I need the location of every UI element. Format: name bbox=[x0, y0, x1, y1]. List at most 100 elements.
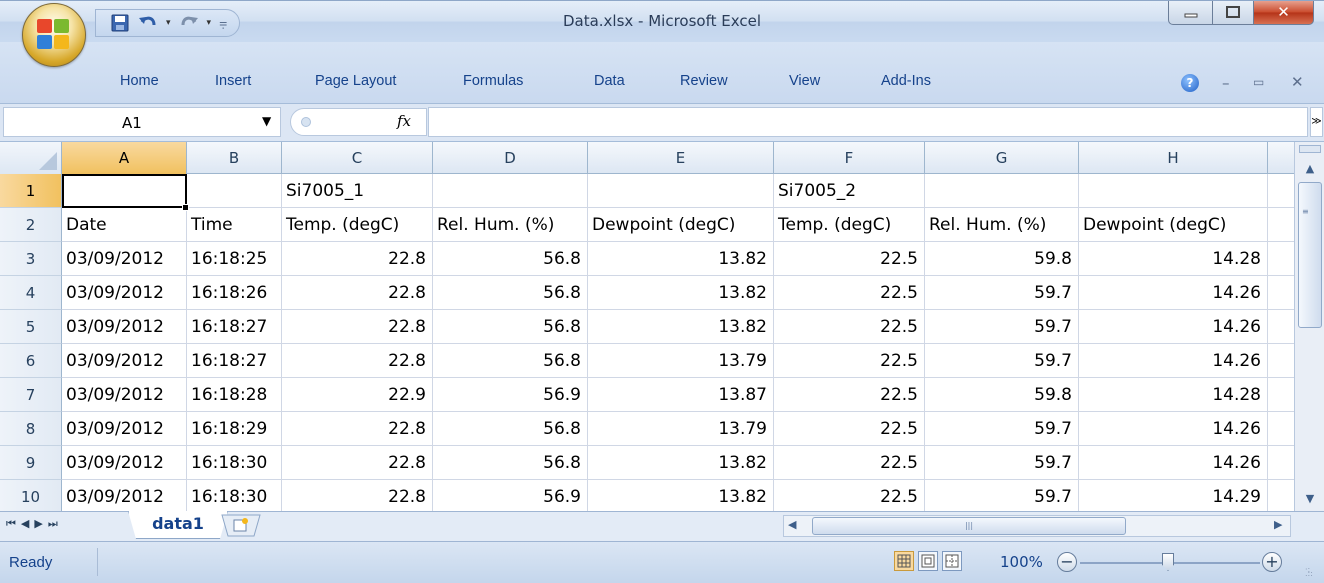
cell-h10[interactable]: 14.29 bbox=[1079, 480, 1268, 511]
cell-h2[interactable]: Dewpoint (degC) bbox=[1079, 208, 1268, 242]
tab-data[interactable]: Data bbox=[594, 73, 625, 89]
cell-c8[interactable]: 22.8 bbox=[282, 412, 433, 446]
cell-d4[interactable]: 56.8 bbox=[433, 276, 588, 310]
cell-f2[interactable]: Temp. (degC) bbox=[774, 208, 925, 242]
cell-e8[interactable]: 13.79 bbox=[588, 412, 774, 446]
cell-d3[interactable]: 56.8 bbox=[433, 242, 588, 276]
cell-f3[interactable]: 22.5 bbox=[774, 242, 925, 276]
tab-home[interactable]: Home bbox=[120, 73, 159, 89]
office-button[interactable] bbox=[22, 3, 86, 67]
cell-c6[interactable]: 22.8 bbox=[282, 344, 433, 378]
fill-handle[interactable] bbox=[182, 204, 189, 211]
column-header-g[interactable]: G bbox=[925, 142, 1079, 174]
tab-formulas[interactable]: Formulas bbox=[463, 73, 523, 89]
column-header-a[interactable]: A bbox=[62, 142, 187, 174]
cell-a1[interactable] bbox=[62, 174, 187, 208]
cell-b2[interactable]: Time bbox=[187, 208, 282, 242]
cell-g6[interactable]: 59.7 bbox=[925, 344, 1079, 378]
cell-b1[interactable] bbox=[187, 174, 282, 208]
cell-i5[interactable] bbox=[1268, 310, 1294, 344]
restore-icon[interactable]: ▭ bbox=[1253, 75, 1264, 89]
cell-i9[interactable] bbox=[1268, 446, 1294, 480]
minimize-button[interactable] bbox=[1168, 1, 1213, 25]
first-sheet-icon[interactable]: ⏮ bbox=[6, 517, 21, 530]
tab-view[interactable]: View bbox=[789, 73, 820, 89]
cell-h9[interactable]: 14.26 bbox=[1079, 446, 1268, 480]
column-header-e[interactable]: E bbox=[588, 142, 774, 174]
vertical-scroll-thumb[interactable] bbox=[1298, 182, 1322, 328]
cell-i10[interactable] bbox=[1268, 480, 1294, 511]
insert-worksheet-icon[interactable] bbox=[220, 514, 268, 538]
cell-h8[interactable]: 14.26 bbox=[1079, 412, 1268, 446]
cell-g10[interactable]: 59.7 bbox=[925, 480, 1079, 511]
cell-a8[interactable]: 03/09/2012 bbox=[62, 412, 187, 446]
scroll-up-icon[interactable]: ▲ bbox=[1295, 162, 1324, 175]
next-sheet-icon[interactable]: ▶ bbox=[34, 517, 47, 530]
column-header-d[interactable]: D bbox=[433, 142, 588, 174]
cell-f1[interactable]: Si7005_2 bbox=[774, 174, 925, 208]
cell-g1[interactable] bbox=[925, 174, 1079, 208]
cell-b8[interactable]: 16:18:29 bbox=[187, 412, 282, 446]
cell-c4[interactable]: 22.8 bbox=[282, 276, 433, 310]
cell-c10[interactable]: 22.8 bbox=[282, 480, 433, 511]
row-header-10[interactable]: 10 bbox=[0, 480, 62, 511]
split-box[interactable] bbox=[1299, 145, 1321, 153]
page-layout-view-button[interactable] bbox=[918, 551, 938, 571]
cell-g4[interactable]: 59.7 bbox=[925, 276, 1079, 310]
minimize-ribbon-icon[interactable]: – bbox=[1222, 74, 1230, 92]
cell-b6[interactable]: 16:18:27 bbox=[187, 344, 282, 378]
cell-f4[interactable]: 22.5 bbox=[774, 276, 925, 310]
cell-e6[interactable]: 13.79 bbox=[588, 344, 774, 378]
horizontal-scroll-thumb[interactable]: ||| bbox=[812, 517, 1126, 535]
select-all-button[interactable] bbox=[0, 142, 62, 174]
row-header-9[interactable]: 9 bbox=[0, 446, 62, 480]
cell-a7[interactable]: 03/09/2012 bbox=[62, 378, 187, 412]
cell-g3[interactable]: 59.8 bbox=[925, 242, 1079, 276]
row-header-6[interactable]: 6 bbox=[0, 344, 62, 378]
cell-h4[interactable]: 14.26 bbox=[1079, 276, 1268, 310]
row-header-2[interactable]: 2 bbox=[0, 208, 62, 242]
zoom-level[interactable]: 100% bbox=[1000, 553, 1043, 571]
cell-e2[interactable]: Dewpoint (degC) bbox=[588, 208, 774, 242]
cell-e7[interactable]: 13.87 bbox=[588, 378, 774, 412]
tab-insert[interactable]: Insert bbox=[215, 73, 251, 89]
cell-e3[interactable]: 13.82 bbox=[588, 242, 774, 276]
cell-b7[interactable]: 16:18:28 bbox=[187, 378, 282, 412]
row-header-1[interactable]: 1 bbox=[0, 174, 62, 208]
last-sheet-icon[interactable]: ⏭ bbox=[48, 517, 63, 530]
help-icon[interactable]: ? bbox=[1181, 74, 1199, 92]
cell-c9[interactable]: 22.8 bbox=[282, 446, 433, 480]
cell-d6[interactable]: 56.8 bbox=[433, 344, 588, 378]
cell-f9[interactable]: 22.5 bbox=[774, 446, 925, 480]
cell-g2[interactable]: Rel. Hum. (%) bbox=[925, 208, 1079, 242]
tab-page-layout[interactable]: Page Layout bbox=[315, 73, 396, 89]
expand-formula-bar-icon[interactable]: ≫ bbox=[1310, 107, 1323, 137]
cell-i3[interactable] bbox=[1268, 242, 1294, 276]
cell-i4[interactable] bbox=[1268, 276, 1294, 310]
cell-e5[interactable]: 13.82 bbox=[588, 310, 774, 344]
row-header-5[interactable]: 5 bbox=[0, 310, 62, 344]
cell-c3[interactable]: 22.8 bbox=[282, 242, 433, 276]
cell-i8[interactable] bbox=[1268, 412, 1294, 446]
zoom-slider-thumb[interactable] bbox=[1162, 553, 1174, 571]
cell-a4[interactable]: 03/09/2012 bbox=[62, 276, 187, 310]
zoom-in-button[interactable]: + bbox=[1262, 552, 1282, 572]
cell-c1[interactable]: Si7005_1 bbox=[282, 174, 433, 208]
cell-d1[interactable] bbox=[433, 174, 588, 208]
cell-a2[interactable]: Date bbox=[62, 208, 187, 242]
page-break-view-button[interactable] bbox=[942, 551, 962, 571]
cell-d2[interactable]: Rel. Hum. (%) bbox=[433, 208, 588, 242]
cell-c2[interactable]: Temp. (degC) bbox=[282, 208, 433, 242]
scroll-down-icon[interactable]: ▼ bbox=[1295, 492, 1324, 505]
cell-e9[interactable]: 13.82 bbox=[588, 446, 774, 480]
scroll-left-icon[interactable]: ◀ bbox=[788, 518, 796, 531]
cell-i2[interactable] bbox=[1268, 208, 1294, 242]
cell-h3[interactable]: 14.28 bbox=[1079, 242, 1268, 276]
chevron-down-icon[interactable]: ▼ bbox=[262, 114, 271, 128]
cell-h6[interactable]: 14.26 bbox=[1079, 344, 1268, 378]
sheet-tab-data1[interactable]: data1 bbox=[128, 511, 228, 539]
cell-b3[interactable]: 16:18:25 bbox=[187, 242, 282, 276]
cell-f7[interactable]: 22.5 bbox=[774, 378, 925, 412]
cell-i6[interactable] bbox=[1268, 344, 1294, 378]
cell-h1[interactable] bbox=[1079, 174, 1268, 208]
